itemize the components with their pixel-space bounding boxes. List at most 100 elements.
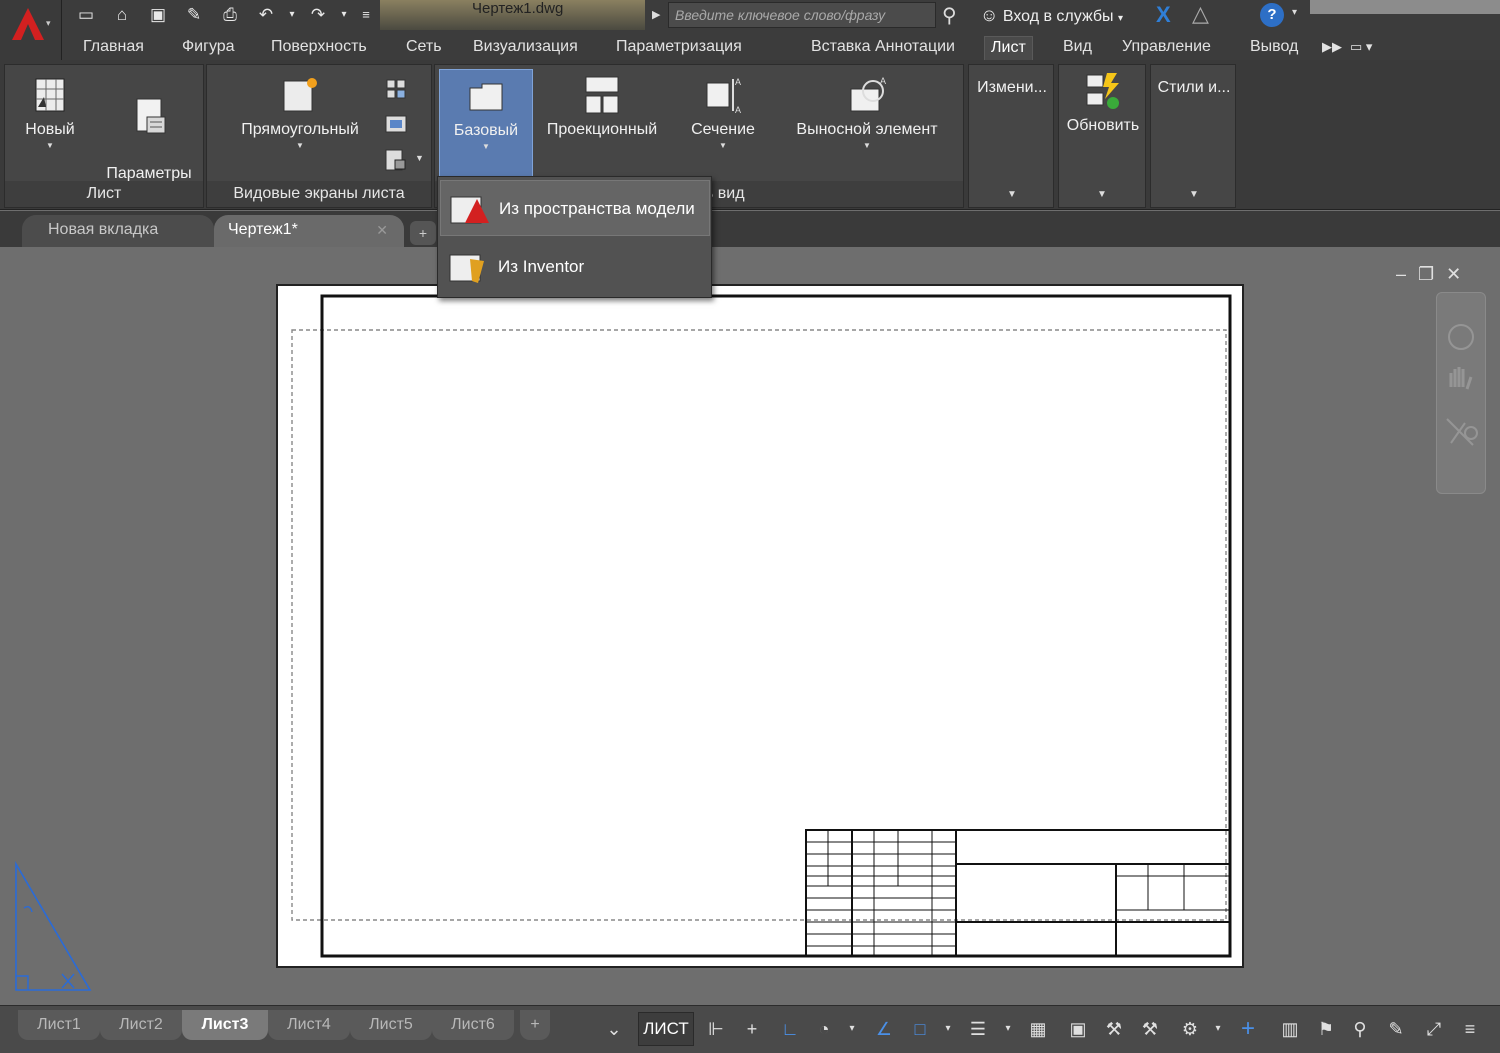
tab-solid[interactable]: Фигура [176,36,241,62]
from-inventor-item[interactable]: Из Inventor [440,239,710,295]
tab-render[interactable]: Визуализация [467,36,584,62]
layout-tab-6[interactable]: Лист6 [432,1010,514,1040]
tab-new-tab[interactable]: Новая вкладка [22,215,214,247]
open-file-icon[interactable]: ⌂ [110,4,134,26]
isolate-objects-icon[interactable]: ⚲ [1346,1014,1374,1044]
model-space-viewport-icon[interactable]: ▣ [1064,1014,1092,1044]
help-dropdown-icon[interactable]: ▾ [1292,7,1297,18]
clip-viewport-icon[interactable] [383,111,409,137]
layout-tab-3[interactable]: Лист3 [182,1010,268,1040]
help-icon[interactable]: ? [1260,3,1284,27]
rectangular-viewport-button[interactable]: Прямоугольный ▼ [219,75,381,151]
layout-tab-2[interactable]: Лист2 [100,1010,182,1040]
isodraft-icon[interactable]: ∠ [870,1014,898,1044]
clean-screen-icon[interactable]: ⤢ [1420,1014,1448,1044]
from-model-space-item[interactable]: Из пространства модели [440,180,710,236]
osnap-dropdown-icon[interactable]: ▾ [934,1014,962,1044]
workspace-gear-icon[interactable]: ⚙ [1176,1014,1204,1044]
signin-button[interactable]: ☺ Вход в службы ▾ [980,3,1123,27]
steering-wheel-icon [1448,324,1474,350]
quick-properties-icon[interactable]: ⚑ [1312,1014,1340,1044]
add-layout-button[interactable]: + [520,1010,550,1040]
panel-viewports: Прямоугольный ▼ ▼ Видовые экраны листа [206,64,432,208]
search-input[interactable]: Введите ключевое слово/фразу [668,2,936,28]
exchange-apps-icon[interactable]: X [1156,2,1171,28]
panel-modify[interactable]: Измени... ▼ [968,64,1054,208]
tab-manage[interactable]: Управление [1116,36,1217,62]
annotation-visibility-icon[interactable]: ⚒ [1136,1014,1164,1044]
layout-tab-4[interactable]: Лист4 [268,1010,350,1040]
grid-icon[interactable]: ⊩ [702,1014,730,1044]
tab-view[interactable]: Вид [1057,36,1098,62]
save-as-icon[interactable]: ✎ [182,4,206,26]
tab-drawing1[interactable]: Чертеж1* ✕ [214,215,404,247]
panel-styles[interactable]: Стили и... ▼ [1150,64,1236,208]
projected-view-button[interactable]: Проекционный [537,75,667,141]
detail-view-button[interactable]: A Выносной элемент ▼ [783,75,951,151]
status-menu-icon[interactable]: ≡ [1456,1014,1484,1044]
tab-annotate[interactable]: Аннотации [869,36,961,62]
hardware-acceleration-icon[interactable]: ✎ [1382,1014,1410,1044]
section-view-caret-icon: ▼ [719,141,727,150]
polar-tracking-icon[interactable]: ◔ [810,1014,838,1044]
selection-cycling-icon[interactable]: ▦ [1024,1014,1052,1044]
print-icon[interactable]: ⎙ [218,4,242,26]
section-view-button[interactable]: AA Сечение ▼ [679,75,767,151]
search-expand-icon[interactable]: ▶ [652,4,668,26]
layout-tab-5[interactable]: Лист5 [350,1010,432,1040]
undo-dropdown-icon[interactable]: ▾ [280,4,304,26]
workspace-dropdown-icon[interactable]: ▾ [1204,1014,1232,1044]
tab-output[interactable]: Вывод [1244,36,1304,62]
navigation-bar[interactable] [1436,292,1486,494]
viewport-window-controls[interactable]: –❐✕ [1396,264,1473,285]
new-layout-button[interactable]: Новый ▼ [19,75,81,151]
close-tab-icon[interactable]: ✕ [376,215,388,245]
polar-dropdown-icon[interactable]: ▾ [838,1014,866,1044]
new-file-icon[interactable]: ▭ [74,4,98,26]
tab-parametric[interactable]: Параметризация [610,36,748,62]
annotation-scale-icon[interactable]: ⚒ [1100,1014,1128,1044]
svg-text:A: A [735,105,741,115]
units-icon[interactable]: ▥ [1276,1014,1304,1044]
lineweight-icon[interactable]: ☰ [964,1014,992,1044]
tab-layout[interactable]: Лист [984,36,1033,62]
lineweight-dropdown-icon[interactable]: ▾ [994,1014,1022,1044]
redo-dropdown-icon[interactable]: ▾ [332,4,356,26]
paper-sheet[interactable] [276,284,1244,968]
binoculars-icon[interactable]: ⚲ [942,3,957,28]
save-icon[interactable]: ▣ [146,4,170,26]
update-button[interactable]: Обновить [1061,71,1145,137]
snap-icon[interactable]: + [738,1014,766,1044]
add-tab-button[interactable]: + [410,221,436,245]
close-viewport-icon[interactable]: ✕ [1446,264,1473,284]
named-viewports-icon[interactable] [383,77,409,103]
pan-hand-icon [1449,367,1473,390]
window-controls[interactable] [1310,0,1500,14]
update-icon [1086,73,1119,109]
tab-insert[interactable]: Вставка [805,36,876,62]
object-snap-icon[interactable]: □ [906,1014,934,1044]
restore-viewport-icon[interactable]: ❐ [1418,264,1446,284]
styles-expand-icon[interactable]: ▼ [1189,189,1199,200]
tab-home[interactable]: Главная [77,36,150,62]
application-menu-button[interactable]: ▾ [0,0,62,60]
a360-icon[interactable]: △ [1192,1,1209,27]
tab-mesh[interactable]: Сеть [400,36,448,62]
redo-icon[interactable]: ↷ [306,4,330,26]
customize-status-icon[interactable]: ⌄ [600,1014,628,1044]
lock-viewport-icon[interactable] [383,147,409,173]
annotation-monitor-icon[interactable]: + [1234,1014,1262,1044]
customize-qat-icon[interactable]: ≡ [354,4,378,26]
lock-viewport-caret-icon[interactable]: ▼ [415,153,424,163]
tab-surface[interactable]: Поверхность [265,36,373,62]
detail-view-caret-icon: ▼ [863,141,871,150]
update-expand-icon[interactable]: ▼ [1097,189,1107,200]
ribbon-display-icon[interactable]: ▭ ▾ [1344,36,1378,62]
undo-icon[interactable]: ↶ [254,4,278,26]
layout-tab-1[interactable]: Лист1 [18,1010,100,1040]
base-view-button[interactable]: Базовый ▼ [439,69,533,179]
minimize-viewport-icon[interactable]: – [1396,264,1418,284]
modify-expand-icon[interactable]: ▼ [1007,189,1017,200]
space-toggle-button[interactable]: ЛИСТ [638,1012,694,1046]
ortho-icon[interactable]: ∟ [776,1014,804,1044]
